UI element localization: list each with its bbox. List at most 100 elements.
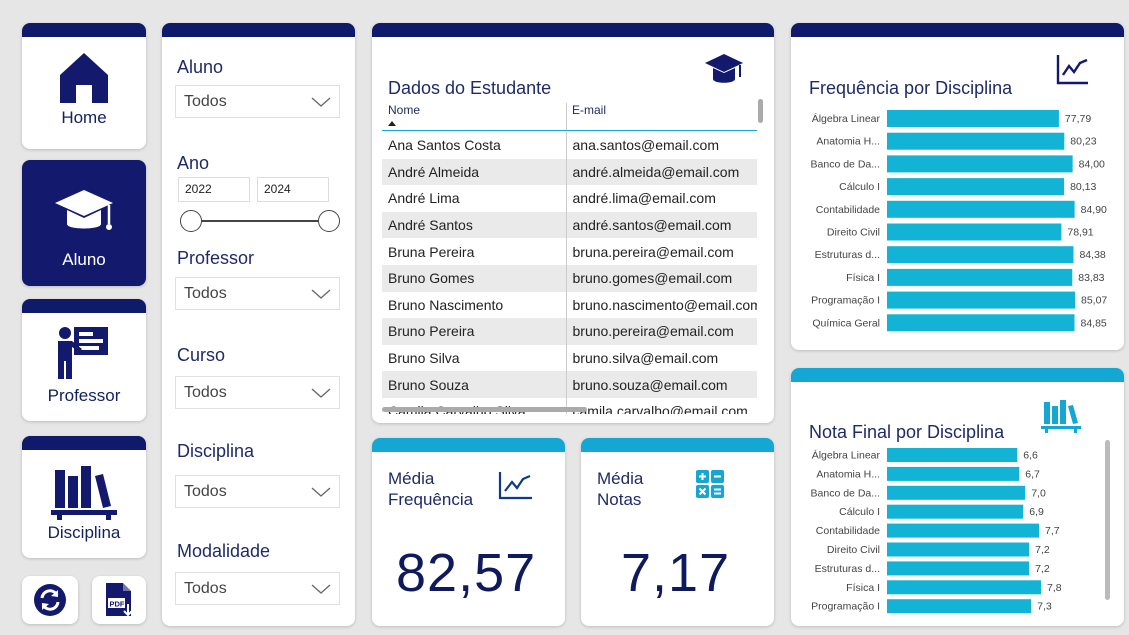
card-topbar [162, 23, 355, 37]
filter-modalidade-dropdown[interactable]: Todos [175, 572, 340, 605]
category-label: Direito Civil [827, 227, 880, 239]
table-scrollbar-horizontal[interactable] [382, 407, 587, 412]
student-email-cell: ana.santos@email.com [565, 132, 757, 159]
line-chart-icon [1056, 55, 1088, 85]
table-row[interactable]: Bruno Pereira bruno.pereira@email.com [382, 318, 757, 345]
bar[interactable] [887, 542, 1030, 557]
column-header-nome[interactable]: Nome [388, 103, 564, 131]
refresh-button[interactable] [22, 576, 78, 624]
table-row[interactable]: Bruno Gomes bruno.gomes@email.com [382, 264, 757, 292]
filter-aluno-label: Aluno [177, 57, 224, 77]
filter-ano-end-input[interactable]: 2024 [257, 177, 329, 202]
filter-disciplina-dropdown[interactable]: Todos [175, 475, 340, 508]
student-email-cell: bruno.pereira@email.com [565, 318, 757, 345]
nota-final-chart-title: Nota Final por Disciplina [809, 422, 1005, 442]
student-email-cell: camila.carvalho@email.com [565, 397, 757, 414]
bar[interactable] [887, 561, 1030, 576]
bar[interactable] [887, 110, 1059, 127]
student-email-cell: bruna.pereira@email.com [565, 238, 757, 265]
student-data-card: Dados do Estudante Nome E-mail Ana Santo… [372, 23, 774, 423]
student-table: Ana Santos Costa ana.santos@email.com Andr… [382, 132, 757, 414]
line-chart-icon [498, 472, 532, 500]
data-label: 83,83 [1078, 272, 1104, 284]
bar[interactable] [887, 200, 1075, 218]
bar[interactable] [887, 178, 1065, 196]
year-slider-end-handle[interactable] [318, 210, 340, 232]
filter-curso-dropdown[interactable]: Todos [175, 376, 340, 409]
kpi-notas-value: 7,17 [621, 543, 731, 603]
bar[interactable] [887, 291, 1075, 309]
card-topbar [372, 438, 565, 452]
table-row[interactable]: André Almeida andré.almeida@email.com [382, 158, 757, 186]
student-email-cell: bruno.silva@email.com [565, 344, 757, 372]
category-label: Contabilidade [816, 204, 880, 216]
nav-home-button[interactable]: Home [22, 23, 146, 149]
bar[interactable] [887, 314, 1075, 332]
filter-modalidade-label: Modalidade [177, 541, 271, 561]
filter-curso-value: Todos [184, 383, 227, 401]
filter-aluno-dropdown[interactable]: Todos [175, 85, 340, 118]
bar[interactable] [887, 448, 1018, 462]
kpi-frequencia-title: Média Frequência [388, 468, 473, 510]
column-header-email[interactable]: E-mail [566, 103, 756, 131]
bar[interactable] [887, 466, 1020, 481]
chevron-down-icon [311, 584, 331, 594]
student-email-cell: andré.lima@email.com [565, 185, 757, 212]
filter-professor-value: Todos [184, 284, 227, 302]
category-label: Programação I [811, 295, 880, 307]
table-row[interactable]: Bruna Pereira bruna.pereira@email.com [382, 238, 757, 265]
table-row[interactable]: André Santos andré.santos@email.com [382, 211, 757, 239]
data-label: 77,79 [1065, 113, 1091, 125]
data-label: 7,2 [1035, 544, 1050, 556]
nav-disciplina-label: Disciplina [47, 523, 121, 542]
filter-ano-start-input[interactable]: 2022 [178, 177, 250, 202]
nav-professor-button[interactable]: Professor [22, 299, 146, 421]
bar[interactable] [887, 132, 1065, 150]
category-label: Estruturas d... [815, 563, 880, 575]
card-topbar [791, 23, 1124, 37]
bar[interactable] [887, 155, 1073, 173]
bar[interactable] [887, 268, 1073, 286]
filter-ano-label: Ano [177, 153, 210, 173]
category-label: Contabilidade [816, 525, 880, 537]
filter-professor-dropdown[interactable]: Todos [175, 277, 340, 310]
nav-disciplina-button[interactable]: Disciplina [22, 436, 146, 558]
kpi-media-notas-card: Média Notas 7,17 [581, 438, 774, 626]
bar[interactable] [887, 485, 1026, 500]
bar[interactable] [887, 523, 1040, 538]
export-pdf-button[interactable]: PDF [92, 576, 146, 624]
category-label: Física I [846, 272, 880, 284]
data-label: 78,91 [1067, 227, 1093, 239]
data-label: 80,23 [1070, 136, 1096, 148]
student-table-title: Dados do Estudante [388, 78, 552, 98]
nav-aluno-button[interactable]: Aluno [22, 160, 146, 286]
bar[interactable] [887, 504, 1024, 519]
bar[interactable] [887, 599, 1032, 614]
filter-modalidade-value: Todos [184, 579, 227, 597]
table-header-divider [382, 130, 757, 131]
year-slider-start-handle[interactable] [180, 210, 202, 232]
data-label: 6,9 [1029, 506, 1044, 518]
category-label: Física I [846, 582, 880, 594]
table-scrollbar-vertical[interactable] [758, 99, 763, 123]
table-row[interactable]: Bruno Souza bruno.souza@email.com [382, 371, 757, 398]
chevron-down-icon [311, 388, 331, 398]
data-label: 7,7 [1045, 525, 1060, 537]
bar[interactable] [887, 223, 1062, 241]
bar[interactable] [887, 580, 1041, 595]
table-row[interactable]: André Lima andré.lima@email.com [382, 185, 757, 212]
table-row[interactable]: Ana Santos Costa ana.santos@email.com [382, 132, 757, 159]
bar[interactable] [887, 246, 1074, 264]
kpi-frequencia-title-line1: Média [388, 469, 435, 488]
year-slider-track [190, 220, 328, 222]
student-email-cell: andré.almeida@email.com [565, 158, 757, 186]
student-email-cell: andré.santos@email.com [565, 211, 757, 239]
table-row[interactable]: Bruno Silva bruno.silva@email.com [382, 344, 757, 372]
nota-final-chart-card: Nota Final por Disciplina Álgebra Linear… [791, 368, 1124, 626]
teacher-board-icon [58, 327, 108, 379]
chevron-down-icon [311, 289, 331, 299]
data-label: 84,85 [1081, 317, 1107, 329]
card-topbar [22, 436, 146, 450]
pdf-download-icon: PDF [106, 583, 133, 617]
table-row[interactable]: Bruno Nascimento bruno.nascimento@email.c… [382, 291, 757, 319]
